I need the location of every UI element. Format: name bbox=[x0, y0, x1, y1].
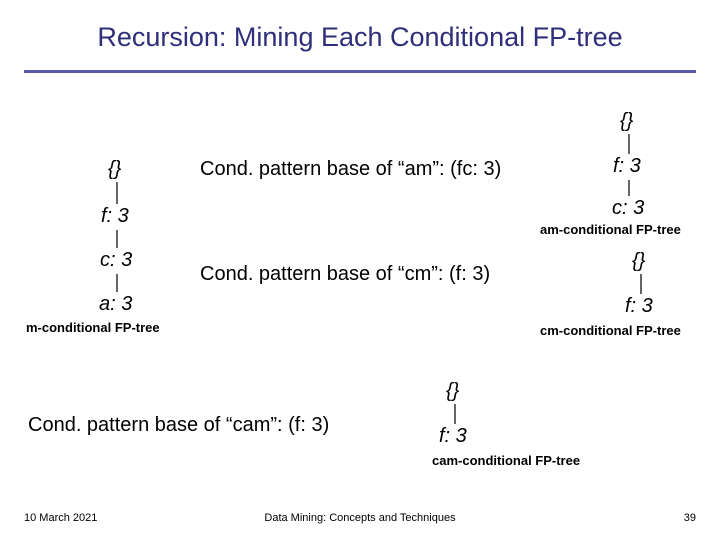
am-tree-n2: c: 3 bbox=[612, 197, 644, 220]
am-tree-caption: am-conditional FP-tree bbox=[540, 222, 681, 237]
footer-center: Data Mining: Concepts and Techniques bbox=[0, 512, 720, 524]
am-tree-n1: f: 3 bbox=[613, 155, 641, 178]
footer-page: 39 bbox=[684, 512, 696, 524]
am-tree-edge-1 bbox=[628, 134, 630, 154]
title-underline bbox=[24, 70, 696, 73]
cm-tree-caption: cm-conditional FP-tree bbox=[540, 323, 681, 338]
m-tree-caption: m-conditional FP-tree bbox=[26, 320, 160, 335]
cam-tree-root: {} bbox=[446, 380, 459, 403]
m-tree-edge-3 bbox=[116, 274, 118, 292]
cam-tree-caption: cam-conditional FP-tree bbox=[432, 453, 580, 468]
pattern-cm-label: Cond. pattern base of “cm”: (f: 3) bbox=[200, 263, 490, 286]
m-tree-edge-2 bbox=[116, 230, 118, 248]
am-tree-root: {} bbox=[620, 110, 633, 133]
cam-tree-n1: f: 3 bbox=[439, 425, 467, 448]
m-tree-n1: f: 3 bbox=[101, 205, 129, 228]
pattern-am-label: Cond. pattern base of “am”: (fc: 3) bbox=[200, 158, 501, 181]
slide: Recursion: Mining Each Conditional FP-tr… bbox=[0, 0, 720, 540]
cm-tree-edge-1 bbox=[640, 274, 642, 294]
m-tree-edge-1 bbox=[116, 182, 118, 204]
m-tree-n2: c: 3 bbox=[100, 249, 132, 272]
cam-tree-edge-1 bbox=[454, 404, 456, 424]
am-tree-edge-2 bbox=[628, 180, 630, 196]
slide-title: Recursion: Mining Each Conditional FP-tr… bbox=[0, 22, 720, 53]
cm-tree-n1: f: 3 bbox=[625, 295, 653, 318]
pattern-cam-label: Cond. pattern base of “cam”: (f: 3) bbox=[28, 414, 329, 437]
cm-tree-root: {} bbox=[632, 250, 645, 273]
m-tree-root: {} bbox=[108, 158, 121, 181]
m-tree-n3: a: 3 bbox=[99, 293, 132, 316]
